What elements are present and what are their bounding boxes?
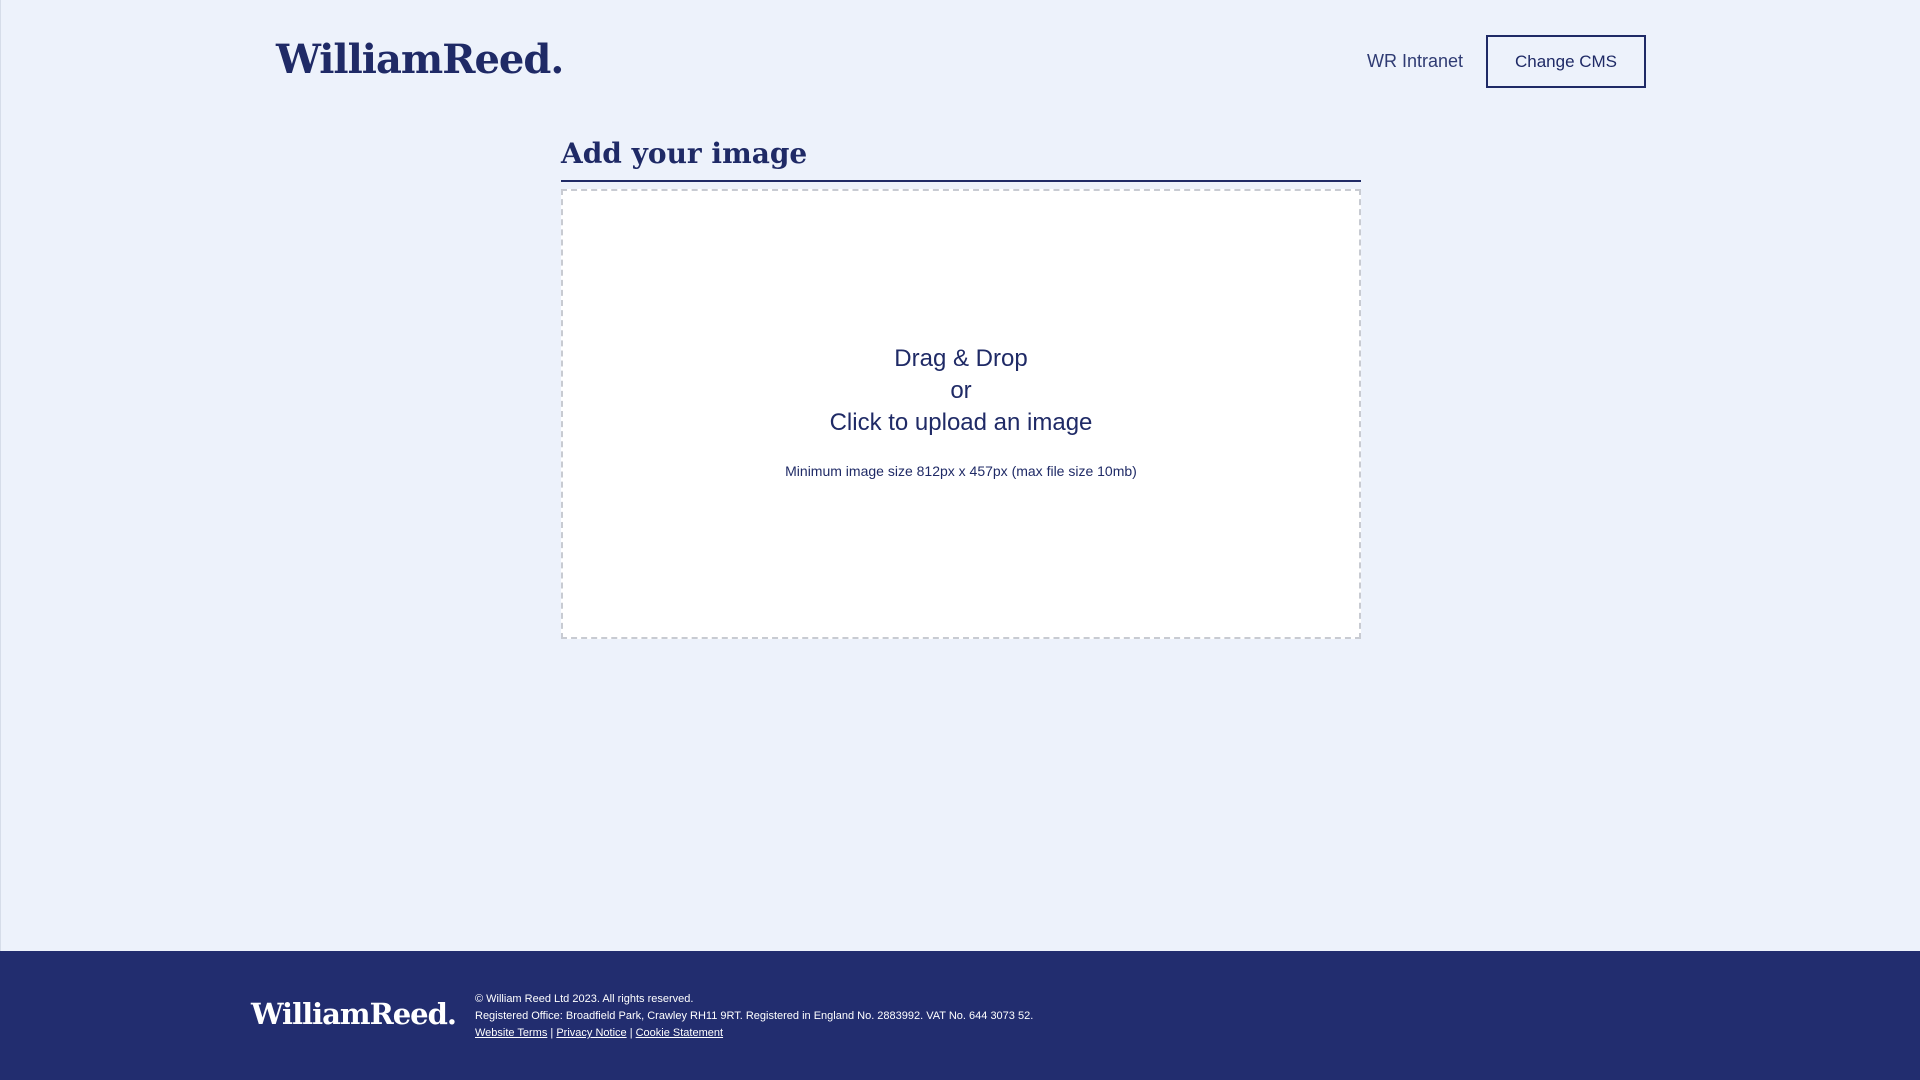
website-terms-link[interactable]: Website Terms [475,1027,547,1039]
or-text: or [950,377,972,404]
page-title: Add your image [561,136,1361,182]
cookie-statement-link[interactable]: Cookie Statement [636,1027,723,1039]
footer-logo: WilliamReed. [251,997,457,1031]
click-upload-text: Click to upload an image [829,409,1093,436]
william-reed-logo[interactable]: WilliamReed. [276,36,564,83]
wr-intranet-link[interactable]: WR Intranet [1367,51,1463,72]
image-size-requirements: Minimum image size 812px x 457px (max fi… [785,463,1137,479]
site-footer: WilliamReed. © William Reed Ltd 2023. Al… [0,951,1920,1080]
link-separator: | [550,1027,554,1039]
drag-drop-text: Drag & Drop [894,345,1028,372]
copyright-text: © William Reed Ltd 2023. All rights rese… [475,993,694,1005]
change-cms-button[interactable]: Change CMS [1486,35,1646,88]
registered-office-text: Registered Office: Broadfield Park, Craw… [475,1010,1034,1022]
footer-legal-text: © William Reed Ltd 2023. All rights rese… [475,991,1033,1042]
link-separator: | [629,1027,633,1039]
footer-links: Website Terms | Privacy Notice | Cookie … [475,1025,1033,1042]
image-upload-dropzone[interactable]: Drag & Drop or Click to upload an image … [561,189,1361,639]
dropzone-instructions: Drag & Drop or Click to upload an image [563,343,1359,439]
privacy-notice-link[interactable]: Privacy Notice [556,1027,626,1039]
